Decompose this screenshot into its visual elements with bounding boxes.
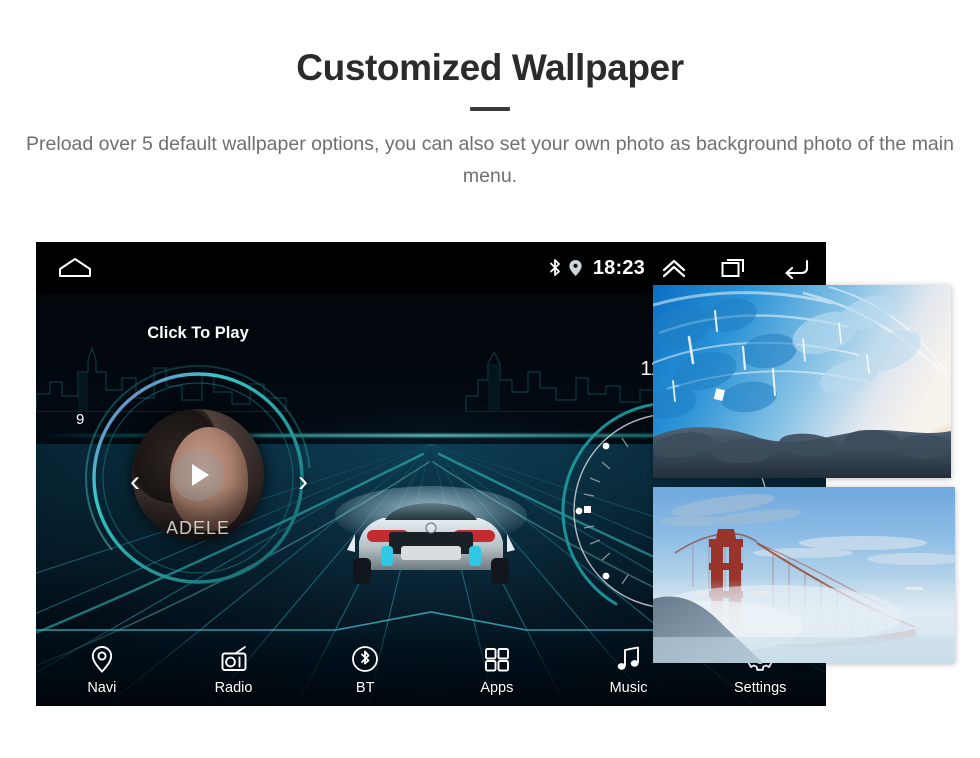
golden-gate-bridge-wallpaper[interactable]: [653, 487, 955, 663]
dock-item-navi[interactable]: Navi: [36, 628, 168, 706]
header-block: Customized Wallpaper Preload over 5 defa…: [0, 44, 980, 192]
chevron-up-icon[interactable]: [659, 256, 689, 280]
dock-label-bt: BT: [355, 679, 375, 696]
wallpaper-feature-page: Customized Wallpaper Preload over 5 defa…: [0, 0, 980, 758]
home-icon[interactable]: [57, 256, 93, 278]
play-triangle: [192, 464, 209, 486]
dock-label-settings: Settings: [733, 679, 787, 696]
gauge-value: 9: [76, 411, 85, 428]
recents-icon[interactable]: [720, 257, 746, 279]
dock-label-navi: Navi: [87, 679, 117, 696]
bluetooth-circle-icon: [349, 643, 381, 675]
ice-cave-wallpaper[interactable]: [653, 285, 951, 478]
album-artist-name: ADELE: [165, 518, 231, 538]
play-icon[interactable]: [172, 449, 224, 501]
title-divider: [470, 107, 510, 111]
bluetooth-icon: [545, 257, 565, 279]
dock-label-music: Music: [609, 679, 648, 696]
grid-apps-icon: [481, 643, 513, 675]
music-note-icon: [613, 643, 645, 675]
album-art[interactable]: ADELE: [132, 409, 264, 541]
dock-label-apps: Apps: [480, 679, 514, 696]
location-pin-icon: [86, 643, 118, 675]
back-arrow-icon[interactable]: [782, 257, 810, 279]
status-bar-clock: 18:23: [592, 256, 645, 279]
radio-icon: [218, 643, 250, 675]
dock-item-apps[interactable]: Apps: [431, 628, 563, 706]
location-icon: [568, 259, 584, 277]
dock-item-radio[interactable]: Radio: [168, 628, 300, 706]
dock-item-bt[interactable]: BT: [299, 628, 431, 706]
music-widget[interactable]: Click To Play ADELE ‹ ›: [68, 324, 328, 604]
chevron-left-icon[interactable]: ‹: [130, 467, 140, 497]
page-title: Customized Wallpaper: [296, 47, 684, 88]
click-to-play-label: Click To Play: [147, 324, 249, 342]
dock-label-radio: Radio: [214, 679, 253, 696]
page-subtitle: Preload over 5 default wallpaper options…: [26, 133, 954, 187]
car-graphic: [335, 486, 527, 584]
chevron-right-icon[interactable]: ›: [298, 467, 308, 497]
